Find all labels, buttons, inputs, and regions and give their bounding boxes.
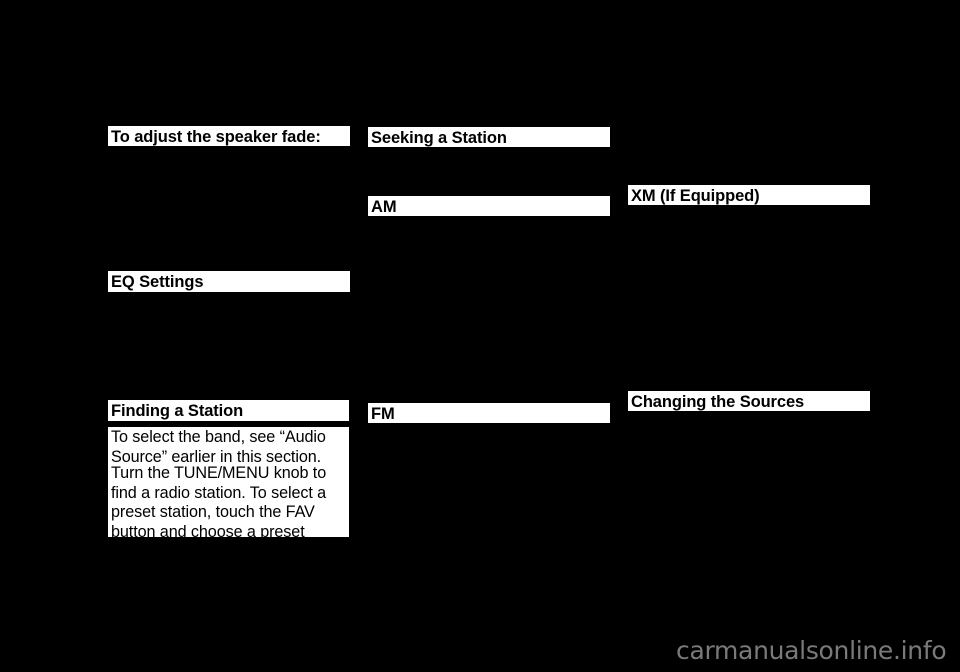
text-block-finding-a-station-para-2: Turn the TUNE/MENU knob to find a radio …: [108, 463, 349, 560]
text-block-finding-a-station-para-1: To select the band, see “Audio Source” e…: [108, 427, 349, 466]
text-block-finding-a-station-heading: Finding a Station: [108, 400, 349, 421]
text-block-fm-heading: FM: [368, 403, 610, 423]
text-block-xm-heading: XM (If Equipped): [628, 185, 870, 205]
manual-page: To adjust the speaker fade: EQ Settings …: [0, 0, 960, 672]
text-block-speaker-fade-heading: To adjust the speaker fade:: [108, 126, 350, 146]
text-block-changing-the-sources-heading: Changing the Sources: [628, 391, 870, 411]
site-watermark: carmanualsonline.info: [676, 636, 947, 665]
text-block-am-heading: AM: [368, 196, 610, 216]
text-block-eq-settings-heading: EQ Settings: [108, 271, 350, 292]
text-block-seeking-a-station-heading: Seeking a Station: [368, 127, 610, 147]
